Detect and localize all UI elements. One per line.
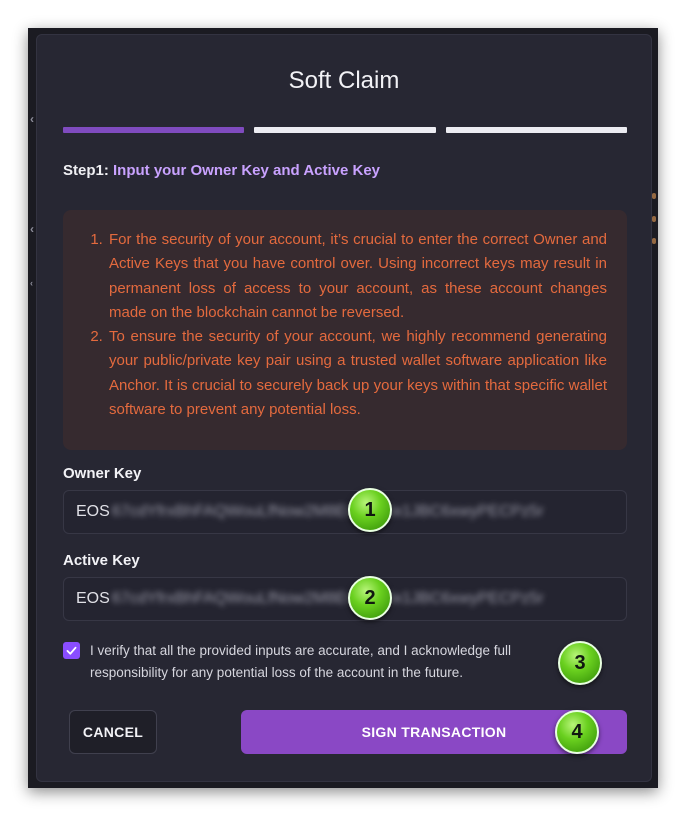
verify-row: I verify that all the provided inputs ar… xyxy=(63,640,583,684)
warning-box: For the security of your account, it’s c… xyxy=(63,210,627,450)
verify-label[interactable]: I verify that all the provided inputs ar… xyxy=(90,640,583,684)
step-number: Step1: xyxy=(63,162,109,179)
active-key-input[interactable]: EOS 67cdYfrxBhFAQWouLfNow2M8Evvwkuix1JBC… xyxy=(63,577,627,621)
warning-item: For the security of your account, it’s c… xyxy=(107,228,607,325)
modal-title: Soft Claim xyxy=(288,67,400,94)
active-key-value: 67cdYfrxBhFAQWouLfNow2M8Evvwkuix1JBC6xwy… xyxy=(111,590,544,607)
annotation-badge-2: 2 xyxy=(348,576,392,620)
checkmark-icon xyxy=(66,646,77,655)
step-progress xyxy=(63,127,627,133)
owner-key-label: Owner Key xyxy=(63,465,142,482)
owner-key-value: 67cdYfrxBhFAQWouLfNow2M8Evvwkuix1JBC6xwy… xyxy=(111,503,544,520)
annotation-badge-1: 1 xyxy=(348,488,392,532)
background-mark xyxy=(652,193,656,199)
step-segment-3 xyxy=(445,127,627,133)
owner-key-prefix: EOS xyxy=(76,503,110,520)
background-glyph: ‹ xyxy=(30,222,34,236)
annotation-badge-4: 4 xyxy=(555,710,599,754)
step-segment-2 xyxy=(254,127,436,133)
warning-item: To ensure the security of your account, … xyxy=(107,325,607,422)
active-key-label: Active Key xyxy=(63,552,140,569)
active-key-prefix: EOS xyxy=(76,590,110,607)
annotation-badge-3: 3 xyxy=(558,641,602,685)
verify-checkbox[interactable] xyxy=(63,642,80,659)
background-mark xyxy=(652,216,656,222)
step-heading: Step1: Input your Owner Key and Active K… xyxy=(63,162,380,179)
warning-list: For the security of your account, it’s c… xyxy=(83,228,607,422)
background-glyph: ‹ xyxy=(30,278,33,288)
step-segment-1 xyxy=(63,127,245,133)
background-mark xyxy=(652,238,656,244)
cancel-button[interactable]: CANCEL xyxy=(69,710,157,754)
owner-key-input[interactable]: EOS 67cdYfrxBhFAQWouLfNow2M8Evvwkuix1JBC… xyxy=(63,490,627,534)
background-glyph: ‹ xyxy=(30,112,34,126)
step-description: Input your Owner Key and Active Key xyxy=(113,162,381,179)
